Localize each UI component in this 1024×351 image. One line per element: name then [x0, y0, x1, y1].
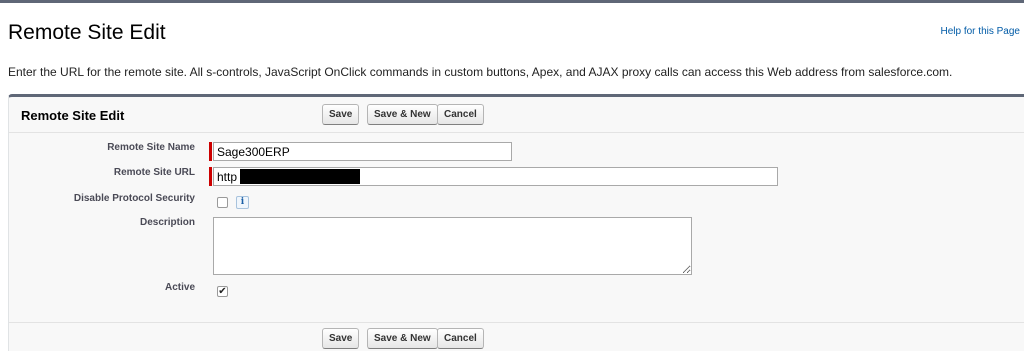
remote-site-name-label: Remote Site Name — [107, 142, 195, 153]
save-button[interactable]: Save — [322, 104, 360, 125]
cancel-button[interactable]: Cancel — [437, 104, 484, 125]
cancel-button[interactable]: Cancel — [437, 328, 484, 349]
disable-protocol-security-checkbox[interactable] — [217, 197, 228, 208]
panel-title: Remote Site Edit — [21, 108, 125, 123]
redaction-block — [240, 169, 360, 184]
edit-panel: Remote Site Edit Save Save & New Cancel … — [8, 94, 1024, 351]
page-title: Remote Site Edit — [8, 21, 166, 44]
top-border-bar — [0, 0, 1024, 3]
save-and-new-button[interactable]: Save & New — [367, 328, 438, 349]
footer-divider — [9, 322, 1024, 323]
active-label: Active — [164, 282, 195, 293]
remote-site-name-input[interactable] — [213, 142, 512, 161]
info-icon[interactable]: i — [236, 196, 249, 209]
required-indicator — [209, 167, 212, 186]
save-and-new-button[interactable]: Save & New — [367, 104, 438, 125]
save-button[interactable]: Save — [322, 328, 360, 349]
panel-header: Remote Site Edit Save Save & New Cancel — [9, 97, 1024, 133]
description-textarea[interactable] — [213, 217, 692, 275]
page-description: Enter the URL for the remote site. All s… — [8, 65, 953, 79]
disable-protocol-security-label: Disable Protocol Security — [73, 193, 195, 204]
help-link[interactable]: Help for this Page — [941, 26, 1021, 37]
description-label: Description — [139, 217, 195, 228]
required-indicator — [209, 142, 212, 161]
remote-site-url-label: Remote Site URL — [113, 167, 195, 178]
active-checkbox[interactable]: ✔ — [217, 286, 228, 297]
